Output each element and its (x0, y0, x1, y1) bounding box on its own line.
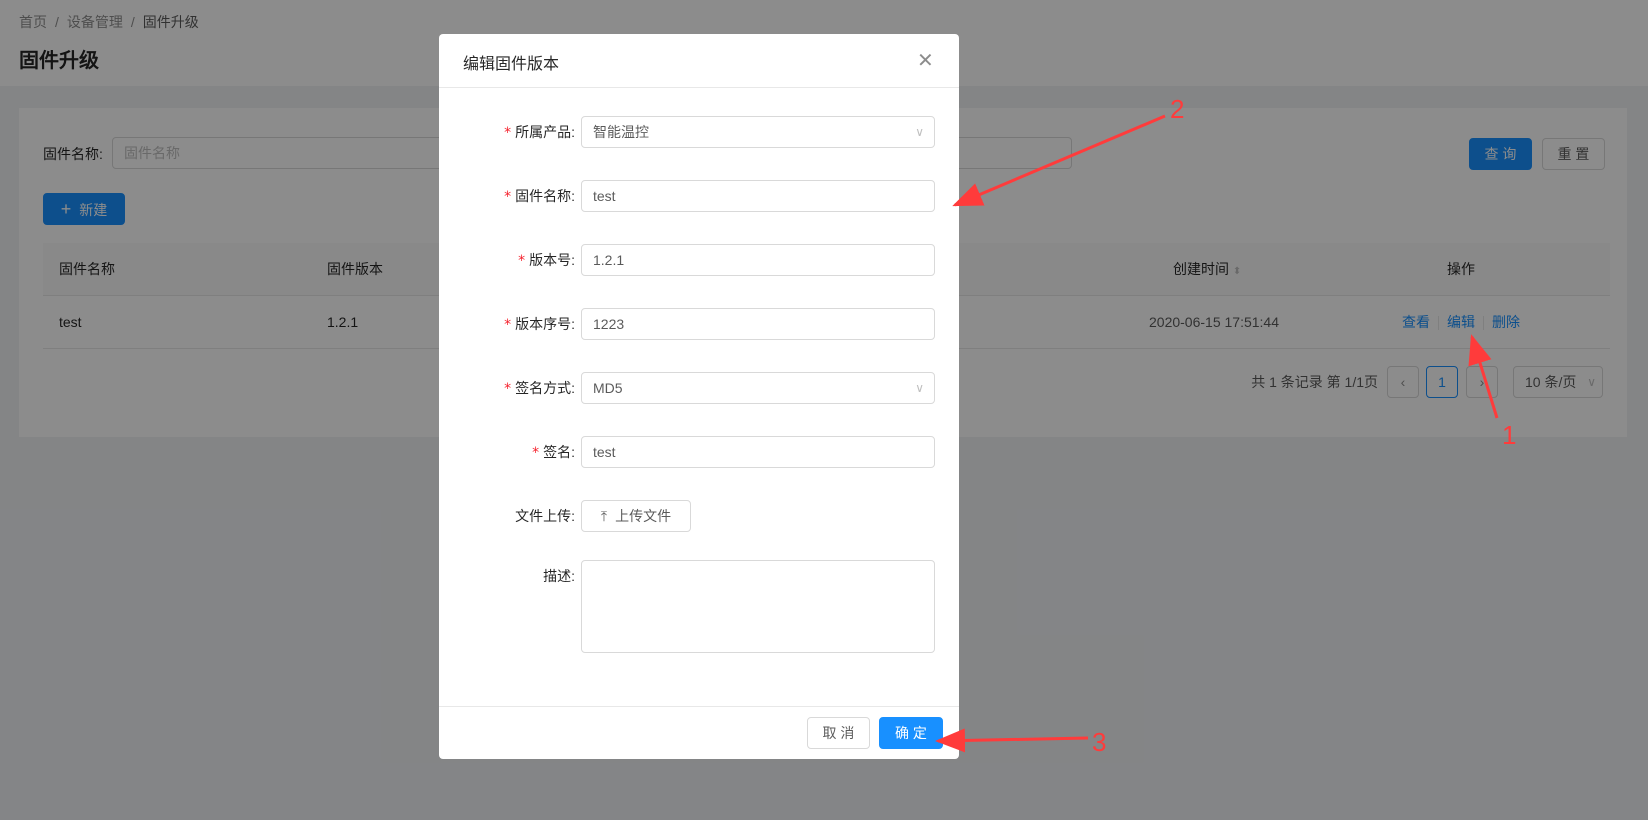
annotation-arrows (935, 114, 1499, 753)
arrow-3 (935, 728, 1089, 753)
arrow-1 (1468, 334, 1499, 419)
annotation-2: 2 (1170, 94, 1185, 124)
annotation-3: 3 (1092, 727, 1107, 757)
annotation-1: 1 (1502, 420, 1517, 450)
arrow-2 (952, 114, 1166, 207)
